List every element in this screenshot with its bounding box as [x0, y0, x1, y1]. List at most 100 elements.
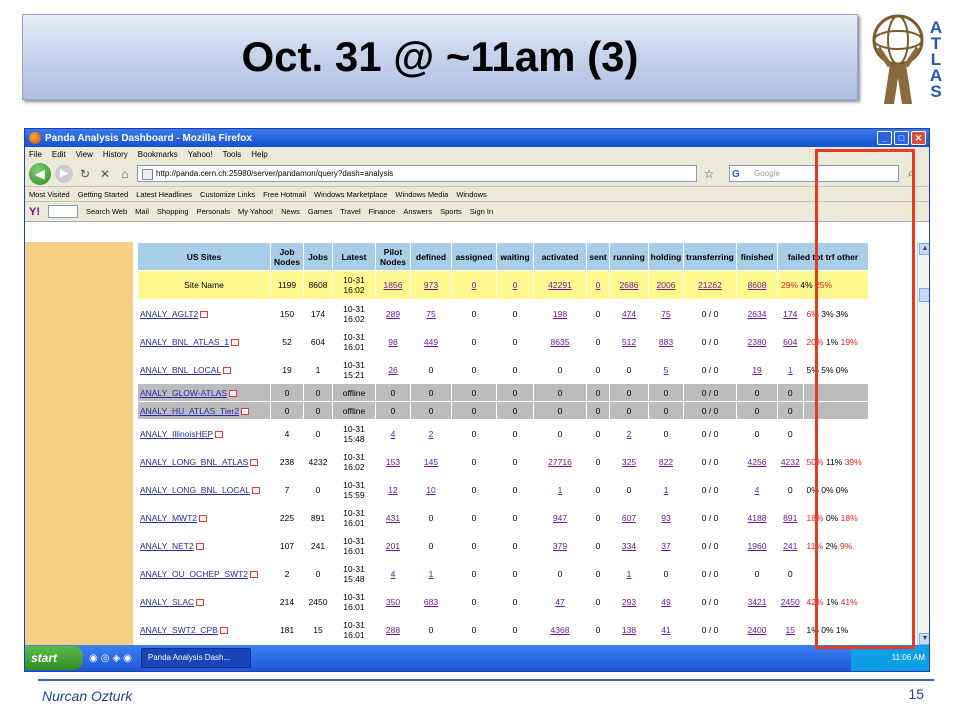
cell-value[interactable]: 683: [424, 597, 438, 607]
cell-value[interactable]: 75: [661, 309, 670, 319]
bookmark-windows-media[interactable]: Windows Media: [395, 190, 448, 199]
site-link[interactable]: ANALY_NET2: [140, 541, 194, 551]
menu-yahoo[interactable]: Yahoo!: [188, 150, 213, 159]
bookmark-most-visited[interactable]: Most Visited: [29, 190, 70, 199]
cell-value[interactable]: 947: [553, 513, 567, 523]
cell-value[interactable]: 379: [553, 541, 567, 551]
close-button[interactable]: ✕: [911, 131, 926, 145]
cell-value[interactable]: 198: [553, 309, 567, 319]
cell-value[interactable]: 2634: [748, 309, 767, 319]
cell-value[interactable]: 4: [755, 485, 760, 495]
scroll-thumb[interactable]: [919, 288, 929, 302]
site-link[interactable]: ANALY_LONG_BNL_ATLAS: [140, 457, 248, 467]
menu-tools[interactable]: Tools: [223, 150, 242, 159]
site-status-icon[interactable]: [251, 486, 260, 494]
maximize-button[interactable]: □: [894, 131, 909, 145]
site-link[interactable]: ANALY_LONG_BNL_LOCAL: [140, 485, 250, 495]
failed-total[interactable]: 1: [788, 365, 793, 375]
yahoo-search-input[interactable]: [48, 205, 78, 218]
menu-edit[interactable]: Edit: [52, 150, 66, 159]
bookmark-windows[interactable]: Windows: [456, 190, 486, 199]
cell-value[interactable]: 512: [622, 337, 636, 347]
cell-value[interactable]: 2: [429, 429, 434, 439]
site-link[interactable]: ANALY_BNL_ATLAS_1: [140, 337, 229, 347]
cell-value[interactable]: 449: [424, 337, 438, 347]
cell-value[interactable]: 350: [386, 597, 400, 607]
cell-value[interactable]: 3421: [748, 597, 767, 607]
cell-value[interactable]: 4368: [551, 625, 570, 635]
cell-value[interactable]: 1960: [748, 541, 767, 551]
cell-value[interactable]: 12: [388, 485, 397, 495]
cell-value[interactable]: 37: [661, 541, 670, 551]
failed-total[interactable]: 891: [783, 513, 797, 523]
yahoo-logo-icon[interactable]: Y!: [29, 206, 40, 218]
menu-help[interactable]: Help: [251, 150, 267, 159]
site-link[interactable]: ANALY_AGLT2: [140, 309, 198, 319]
yahoo-shopping[interactable]: Shopping: [157, 207, 189, 216]
scroll-down-icon[interactable]: ▼: [919, 633, 929, 645]
cell-value[interactable]: 93: [661, 513, 670, 523]
cell-value[interactable]: 1856: [384, 280, 403, 290]
cell-value[interactable]: 0: [472, 280, 477, 290]
back-button[interactable]: ◀: [29, 162, 51, 185]
cell-value[interactable]: 0: [596, 280, 601, 290]
cell-value[interactable]: 1: [429, 569, 434, 579]
failed-total[interactable]: 604: [783, 337, 797, 347]
cell-value[interactable]: 145: [424, 457, 438, 467]
yahoo-travel[interactable]: Travel: [340, 207, 361, 216]
cell-value[interactable]: 325: [622, 457, 636, 467]
cell-value[interactable]: 0: [513, 280, 518, 290]
bookmark-star-icon[interactable]: ☆: [701, 167, 717, 181]
site-link[interactable]: ANALY_HU_ATLAS_Tier2: [140, 406, 239, 416]
stop-icon[interactable]: ✕: [97, 167, 113, 181]
cell-value[interactable]: 289: [386, 309, 400, 319]
cell-value[interactable]: 27716: [548, 457, 572, 467]
failed-total[interactable]: 174: [783, 309, 797, 319]
cell-value[interactable]: 138: [622, 625, 636, 635]
bookmark-latest-headlines[interactable]: Latest Headlines: [136, 190, 192, 199]
window-titlebar[interactable]: Panda Analysis Dashboard - Mozilla Firef…: [25, 129, 929, 147]
cell-value[interactable]: 4256: [748, 457, 767, 467]
home-icon[interactable]: ⌂: [117, 167, 133, 181]
cell-value[interactable]: 201: [386, 541, 400, 551]
cell-value[interactable]: 2686: [620, 280, 639, 290]
site-status-icon[interactable]: [195, 542, 204, 550]
start-button[interactable]: start: [25, 646, 83, 670]
site-status-icon[interactable]: [228, 389, 237, 397]
yahoo-news[interactable]: News: [281, 207, 300, 216]
taskbar-item-panda[interactable]: Panda Analysis Dash...: [140, 648, 251, 668]
site-status-icon[interactable]: [196, 598, 205, 606]
scroll-up-icon[interactable]: ▲: [919, 243, 929, 255]
menu-bookmarks[interactable]: Bookmarks: [138, 150, 178, 159]
cell-value[interactable]: 2380: [748, 337, 767, 347]
yahoo-finance[interactable]: Finance: [369, 207, 396, 216]
menu-history[interactable]: History: [103, 150, 128, 159]
cell-value[interactable]: 98: [388, 337, 397, 347]
bookmark-customize-links[interactable]: Customize Links: [200, 190, 255, 199]
cell-value[interactable]: 21262: [698, 280, 722, 290]
site-status-icon[interactable]: [215, 430, 224, 438]
site-status-icon[interactable]: [200, 310, 209, 318]
cell-value[interactable]: 49: [661, 597, 670, 607]
site-link[interactable]: ANALY_MWT2: [140, 513, 197, 523]
site-link[interactable]: ANALY_BNL_LOCAL: [140, 365, 221, 375]
site-status-icon[interactable]: [199, 514, 207, 522]
cell-value[interactable]: 288: [386, 625, 400, 635]
cell-value[interactable]: 41: [661, 625, 670, 635]
failed-total[interactable]: 241: [783, 541, 797, 551]
cell-value[interactable]: 1: [664, 485, 669, 495]
site-link[interactable]: ANALY_OU_OCHEP_SWT2: [140, 569, 248, 579]
cell-value[interactable]: 2006: [657, 280, 676, 290]
cell-value[interactable]: 19: [752, 365, 761, 375]
cell-value[interactable]: 42291: [548, 280, 572, 290]
yahoo-search-web[interactable]: Search Web: [86, 207, 127, 216]
yahoo-my-yahoo[interactable]: My Yahoo!: [238, 207, 273, 216]
yahoo-answers[interactable]: Answers: [403, 207, 432, 216]
yahoo-sign-in[interactable]: Sign In: [470, 207, 493, 216]
site-link[interactable]: ANALY_SWT2_CPB: [140, 625, 218, 635]
site-status-icon[interactable]: [223, 366, 232, 374]
site-status-icon[interactable]: [250, 458, 259, 466]
cell-value[interactable]: 334: [622, 541, 636, 551]
yahoo-sports[interactable]: Sports: [440, 207, 462, 216]
cell-value[interactable]: 474: [622, 309, 636, 319]
